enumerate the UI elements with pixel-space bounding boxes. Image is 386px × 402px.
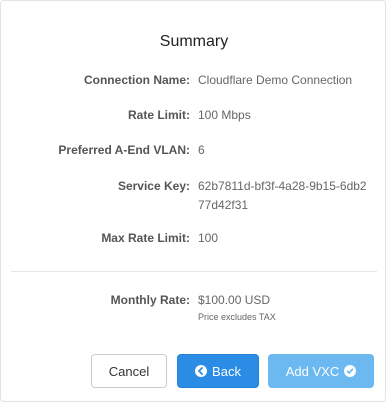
field-label: Service Key:	[117, 179, 190, 193]
cancel-label: Cancel	[108, 363, 150, 379]
price-note: Price excludes TAX	[198, 312, 276, 322]
arrow-left-circle-icon	[195, 365, 208, 377]
add-vxc-button[interactable]: Add VXC	[268, 354, 374, 388]
field-label: Monthly Rate:	[110, 293, 190, 307]
cancel-button[interactable]: Cancel	[91, 354, 167, 388]
check-circle-icon	[344, 365, 357, 377]
back-label: Back	[212, 363, 241, 379]
summary-card: Summary Connection Name: Cloudflare Demo…	[0, 0, 386, 402]
field-value: $100.00 USD	[198, 293, 271, 307]
field-value: Cloudflare Demo Connection	[198, 73, 353, 87]
field-label: Rate Limit:	[127, 108, 190, 122]
field-value: 100	[198, 231, 219, 245]
field-value: 62b7811d-bf3f-4a28-9b15-6db277d42f31	[198, 179, 367, 212]
add-label: Add VXC	[285, 363, 340, 379]
field-label: Connection Name:	[83, 73, 190, 87]
field-value: 100 Mbps	[198, 108, 251, 122]
divider	[11, 271, 377, 272]
field-label: Preferred A-End VLAN:	[58, 143, 190, 157]
field-value: 6	[198, 143, 205, 157]
back-button[interactable]: Back	[177, 354, 259, 388]
summary-title: Summary	[159, 33, 229, 50]
field-label: Max Rate Limit:	[101, 231, 190, 245]
